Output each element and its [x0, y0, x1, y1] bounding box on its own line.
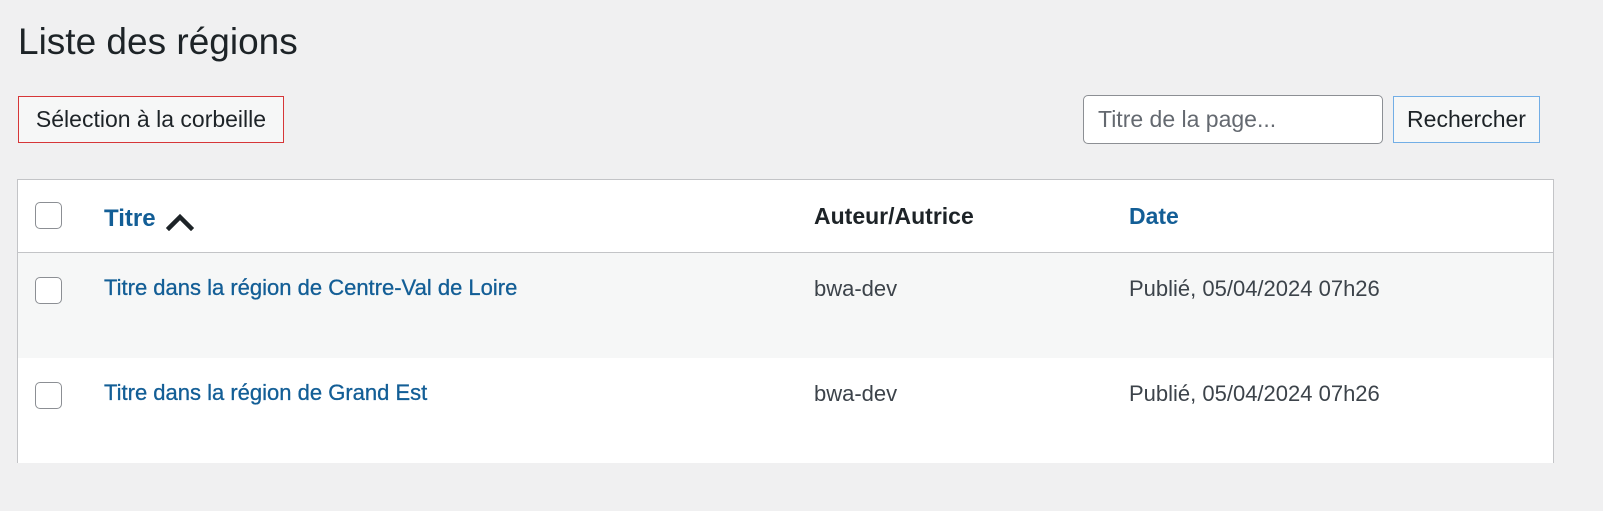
row-checkbox[interactable] [35, 277, 62, 304]
row-title-link[interactable]: Titre dans la région de Grand Est [104, 380, 428, 406]
chevron-up-icon [165, 213, 194, 231]
page-title: Liste des régions [18, 21, 298, 62]
table-header: Titre Auteur/Autrice Date [18, 180, 1553, 253]
row-author: bwa-dev [814, 381, 898, 406]
posts-table: Titre Auteur/Autrice Date Titre dans la … [17, 179, 1554, 463]
column-title-sort-link[interactable]: Titre [104, 205, 194, 233]
column-title-label: Titre [104, 205, 156, 232]
column-author-label: Auteur/Autrice [814, 203, 974, 229]
search-input[interactable] [1083, 95, 1383, 144]
column-date-sort-link[interactable]: Date [1129, 203, 1179, 230]
row-author: bwa-dev [814, 276, 898, 301]
table-row: Titre dans la région de Centre-Val de Lo… [18, 253, 1553, 358]
row-checkbox[interactable] [35, 382, 62, 409]
select-all-checkbox[interactable] [35, 202, 62, 229]
row-date: Publié, 05/04/2024 07h26 [1129, 276, 1380, 301]
row-title-link[interactable]: Titre dans la région de Centre-Val de Lo… [104, 275, 518, 301]
row-date: Publié, 05/04/2024 07h26 [1129, 381, 1380, 406]
bulk-trash-button[interactable]: Sélection à la corbeille [18, 96, 284, 143]
table-row: Titre dans la région de Grand Est bwa-de… [18, 358, 1553, 463]
search-button[interactable]: Rechercher [1393, 96, 1540, 143]
